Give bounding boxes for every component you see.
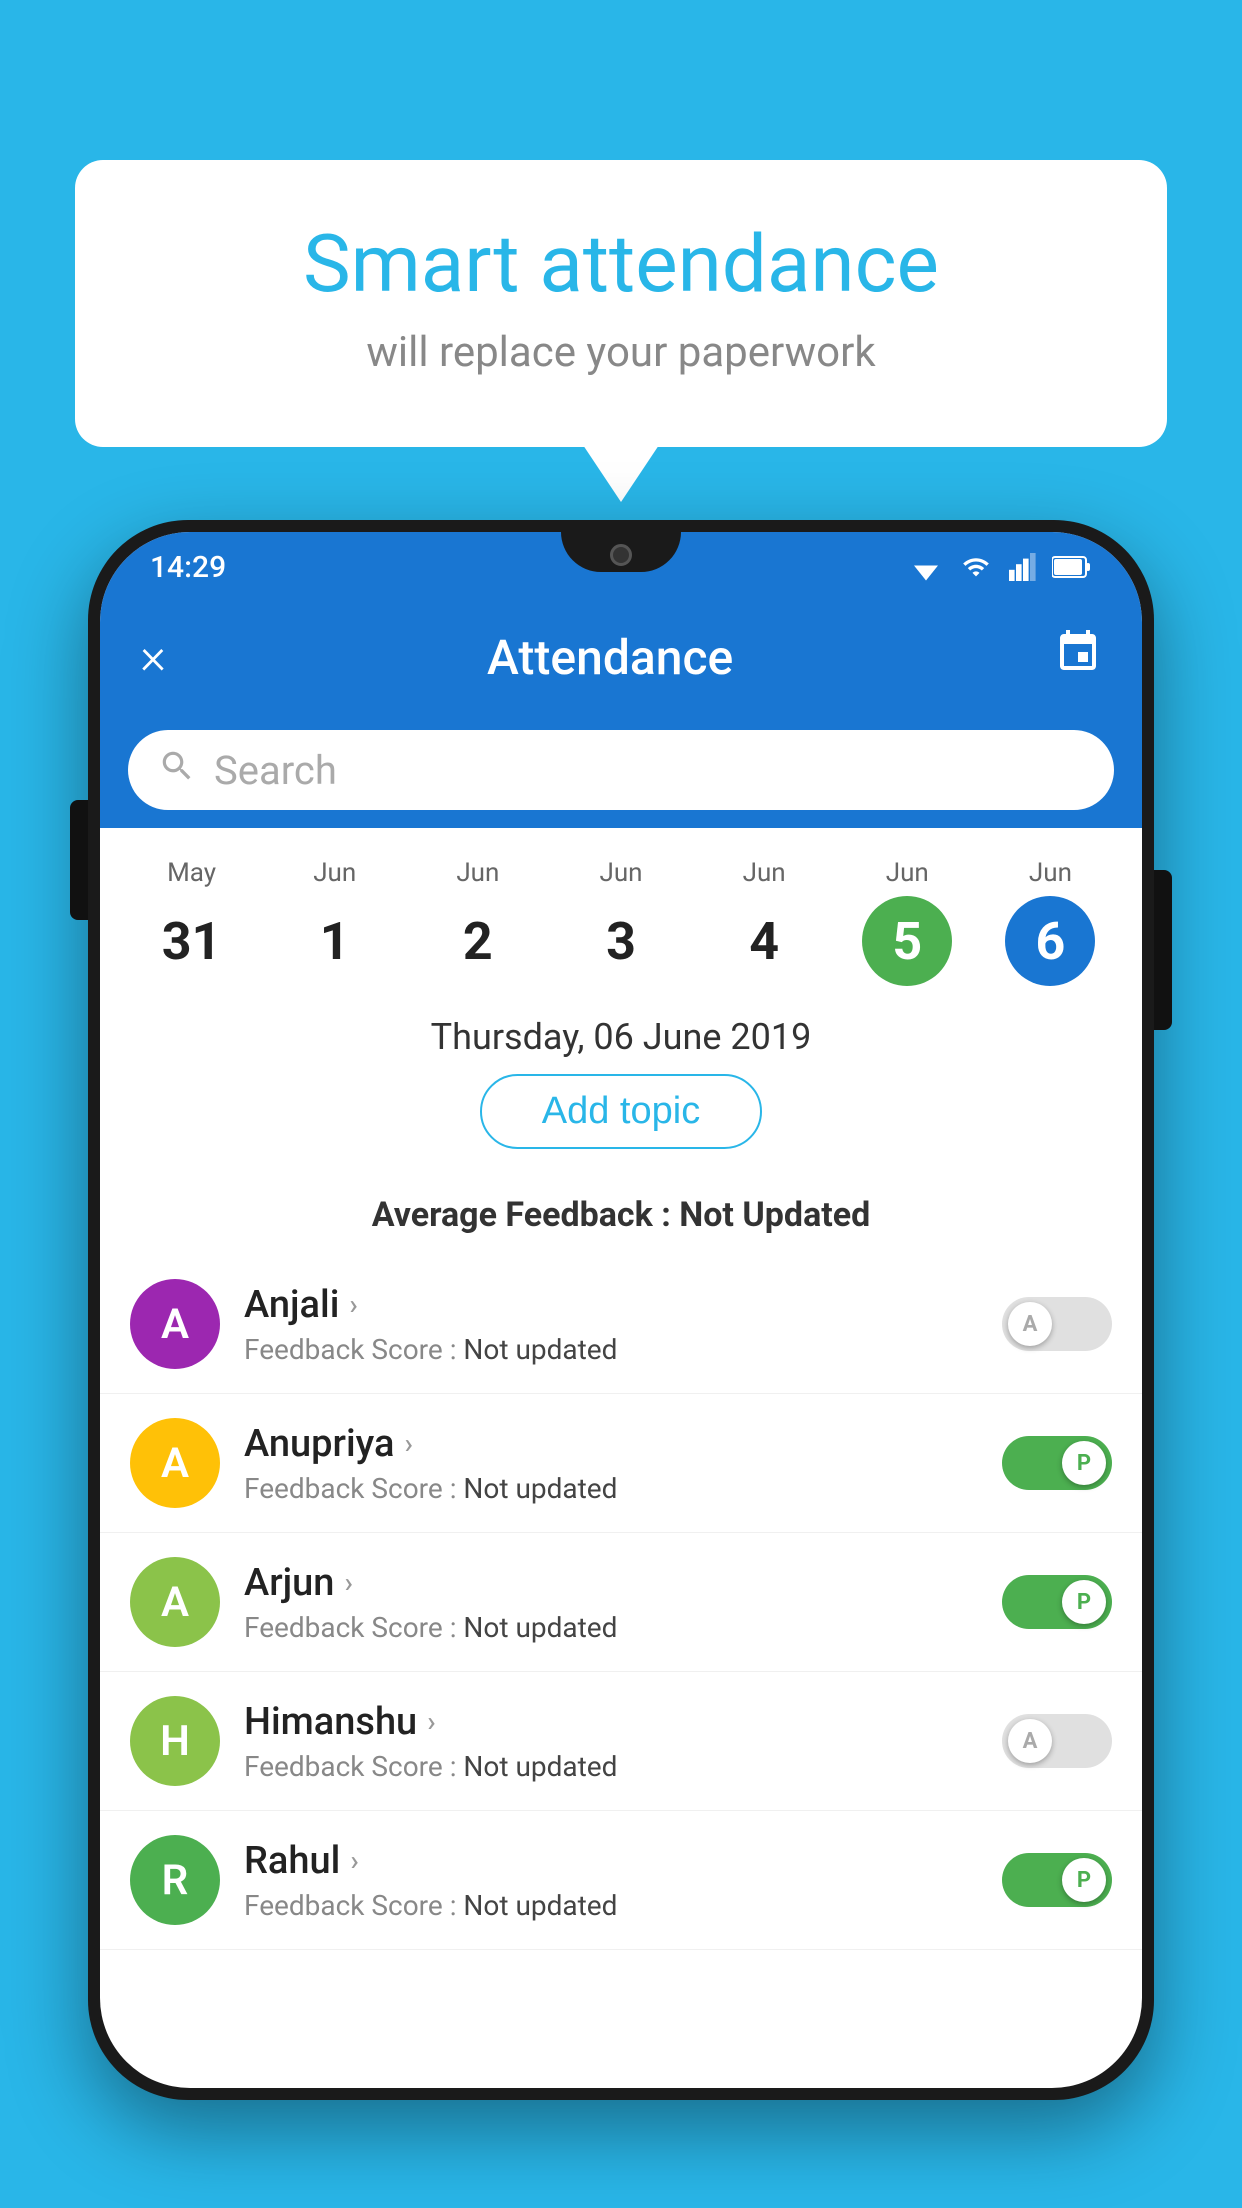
- student-info: Himanshu › Feedback Score : Not updated: [220, 1700, 1002, 1783]
- feedback-score: Feedback Score : Not updated: [244, 1472, 1002, 1505]
- search-bar[interactable]: Search: [128, 730, 1114, 810]
- calendar-button[interactable]: [1054, 628, 1102, 687]
- calendar-day-0[interactable]: May 31: [120, 858, 263, 986]
- avatar: A: [130, 1279, 220, 1369]
- toggle-knob: P: [1062, 1441, 1106, 1485]
- feedback-score: Feedback Score : Not updated: [244, 1750, 1002, 1783]
- chevron-icon: ›: [350, 1844, 358, 1877]
- date-label: Thursday, 06 June 2019: [100, 996, 1142, 1074]
- status-icons: [908, 553, 1092, 581]
- calendar-day-1[interactable]: Jun 1: [263, 858, 406, 986]
- toggle-knob: A: [1008, 1719, 1052, 1763]
- student-item[interactable]: H Himanshu › Feedback Score : Not update…: [100, 1672, 1142, 1811]
- toggle-knob: A: [1008, 1302, 1052, 1346]
- phone-outer: 14:29: [88, 520, 1154, 2100]
- notch-camera: [610, 544, 632, 566]
- feedback-score: Feedback Score : Not updated: [244, 1611, 1002, 1644]
- toggle-knob: P: [1062, 1858, 1106, 1902]
- feedback-score: Feedback Score : Not updated: [244, 1333, 1002, 1366]
- status-time: 14:29: [150, 550, 226, 585]
- chevron-icon: ›: [344, 1566, 352, 1599]
- avatar: A: [130, 1557, 220, 1647]
- avatar: H: [130, 1696, 220, 1786]
- chevron-icon: ›: [404, 1427, 412, 1460]
- attendance-toggle[interactable]: P: [1002, 1436, 1112, 1490]
- calendar-day-2[interactable]: Jun 2: [406, 858, 549, 986]
- student-item[interactable]: A Anjali › Feedback Score : Not updated …: [100, 1255, 1142, 1394]
- calendar-day-6[interactable]: Jun 6: [979, 858, 1122, 986]
- app-bar: × Attendance: [100, 602, 1142, 712]
- student-item[interactable]: R Rahul › Feedback Score : Not updated P: [100, 1811, 1142, 1950]
- chevron-icon: ›: [349, 1288, 357, 1321]
- phone-inner: 14:29: [100, 532, 1142, 2088]
- signal-icon: [1008, 553, 1038, 581]
- search-placeholder: Search: [214, 747, 337, 794]
- calendar-day-5[interactable]: Jun 5: [836, 858, 979, 986]
- student-info: Anupriya › Feedback Score : Not updated: [220, 1422, 1002, 1505]
- student-name: Anupriya ›: [244, 1422, 1002, 1466]
- toggle-knob: P: [1062, 1580, 1106, 1624]
- student-name: Rahul ›: [244, 1839, 1002, 1883]
- wifi-icon: [958, 553, 994, 581]
- student-name: Arjun ›: [244, 1561, 1002, 1605]
- feedback-score: Feedback Score : Not updated: [244, 1889, 1002, 1922]
- student-info: Anjali › Feedback Score : Not updated: [220, 1283, 1002, 1366]
- student-list: A Anjali › Feedback Score : Not updated …: [100, 1255, 1142, 1950]
- attendance-toggle[interactable]: P: [1002, 1575, 1112, 1629]
- add-topic-button[interactable]: Add topic: [480, 1074, 762, 1149]
- average-feedback: Average Feedback : Not Updated: [100, 1185, 1142, 1255]
- wifi-icon: [908, 553, 944, 581]
- student-name: Himanshu ›: [244, 1700, 1002, 1744]
- avatar: R: [130, 1835, 220, 1925]
- attendance-toggle[interactable]: A: [1002, 1297, 1112, 1351]
- calendar-row: May 31 Jun 1 Jun 2 Jun 3 Jun 4 Jun 5 Jun…: [100, 828, 1142, 996]
- student-item[interactable]: A Arjun › Feedback Score : Not updated P: [100, 1533, 1142, 1672]
- app-bar-title: Attendance: [487, 629, 733, 686]
- calendar-day-4[interactable]: Jun 4: [693, 858, 836, 986]
- bubble-subtitle: will replace your paperwork: [155, 328, 1087, 377]
- student-item[interactable]: A Anupriya › Feedback Score : Not update…: [100, 1394, 1142, 1533]
- bubble-title: Smart attendance: [155, 220, 1087, 308]
- search-icon: [158, 747, 196, 794]
- close-button[interactable]: ×: [140, 628, 166, 686]
- attendance-toggle[interactable]: P: [1002, 1853, 1112, 1907]
- student-info: Arjun › Feedback Score : Not updated: [220, 1561, 1002, 1644]
- attendance-toggle[interactable]: A: [1002, 1714, 1112, 1768]
- avatar: A: [130, 1418, 220, 1508]
- student-info: Rahul › Feedback Score : Not updated: [220, 1839, 1002, 1922]
- search-bar-wrapper: Search: [100, 712, 1142, 828]
- battery-icon: [1052, 555, 1092, 579]
- student-name: Anjali ›: [244, 1283, 1002, 1327]
- speech-bubble: Smart attendance will replace your paper…: [75, 160, 1167, 447]
- phone-wrapper: 14:29: [88, 520, 1154, 2208]
- chevron-icon: ›: [427, 1705, 435, 1738]
- calendar-day-3[interactable]: Jun 3: [549, 858, 692, 986]
